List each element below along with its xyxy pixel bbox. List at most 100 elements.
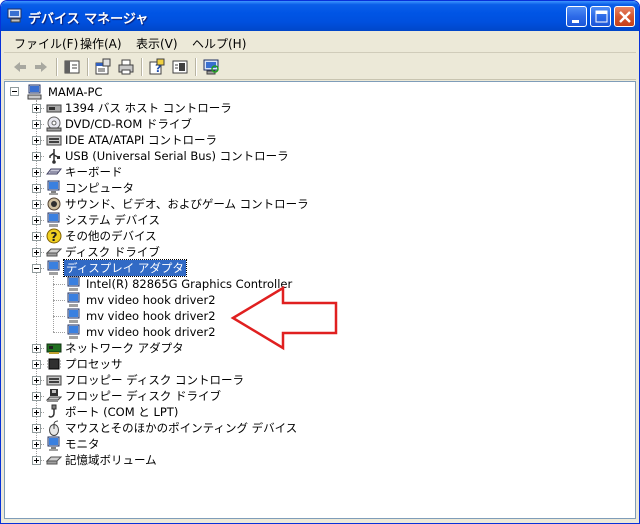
minimize-button[interactable] [566, 6, 587, 27]
tree-category[interactable]: USB (Universal Serial Bus) コントローラ [27, 148, 427, 164]
keyboard-icon [46, 168, 62, 175]
system-device-icon [47, 212, 60, 227]
expand-toggle[interactable] [32, 200, 41, 209]
annotation-arrow-icon [230, 285, 338, 351]
device-label: mv video hook driver2 [86, 293, 216, 307]
expand-toggle[interactable] [32, 120, 41, 129]
device-label: mv video hook driver2 [86, 325, 216, 339]
expand-toggle[interactable] [32, 344, 41, 353]
mouse-icon [49, 420, 59, 436]
minimize-icon [572, 20, 579, 23]
expand-toggle[interactable] [32, 216, 41, 225]
tree-category[interactable]: プロセッサ [27, 356, 427, 372]
expand-toggle[interactable] [32, 136, 41, 145]
collapse-toggle[interactable] [10, 87, 19, 96]
toolbar-separator [56, 58, 57, 76]
unknown-device-icon: ? [46, 228, 62, 244]
tree-connector [53, 316, 65, 317]
tree-category[interactable]: モニタ [27, 436, 427, 452]
expand-toggle[interactable] [32, 104, 41, 113]
tree-category[interactable]: ポート (COM と LPT) [27, 404, 427, 420]
scan-hardware-icon[interactable] [201, 57, 221, 77]
menu-action[interactable]: 操作(A) [80, 35, 122, 52]
properties-icon[interactable] [93, 57, 113, 77]
computer-icon [47, 180, 60, 195]
display-adapter-icon [47, 260, 60, 275]
tree-category[interactable]: ディスク ドライブ [27, 244, 427, 260]
tree-connector [53, 332, 65, 333]
menu-file[interactable]: ファイル(F) [14, 35, 78, 52]
expand-toggle[interactable] [32, 168, 41, 177]
storage-volume-icon [46, 456, 62, 465]
expand-toggle[interactable] [32, 440, 41, 449]
category-label: フロッピー ディスク コントローラ [65, 373, 245, 387]
cdrom-drive-icon [46, 116, 62, 132]
tree-category[interactable]: ? その他のデバイス [27, 228, 427, 244]
tree-category[interactable]: フロッピー ディスク ドライブ [27, 388, 427, 404]
tree-root[interactable]: MAMA-PC [10, 84, 310, 100]
category-label: モニタ [65, 437, 100, 451]
category-label: 記憶域ボリューム [65, 453, 157, 467]
help-icon[interactable]: ? [147, 57, 167, 77]
tree-category[interactable]: 1394 バス ホスト コントローラ [27, 100, 427, 116]
display-adapter-icon [67, 276, 80, 291]
tree-category[interactable]: マウスとそのほかのポインティング デバイス [27, 420, 427, 436]
menu-bar: ファイル(F) 操作(A) 表示(V) ヘルプ(H) [4, 31, 636, 53]
tree-category[interactable]: キーボード [27, 164, 427, 180]
category-label: マウスとそのほかのポインティング デバイス [65, 421, 298, 435]
maximize-icon [595, 10, 608, 23]
expand-toggle[interactable] [32, 232, 41, 241]
print-icon[interactable] [116, 57, 136, 77]
usb-controller-icon [49, 149, 60, 164]
close-icon [619, 11, 631, 23]
root-label: MAMA-PC [48, 85, 103, 99]
tree-category[interactable]: フロッピー ディスク コントローラ [27, 372, 427, 388]
category-label: ディスク ドライブ [65, 245, 160, 259]
tree-category[interactable]: ネットワーク アダプタ [27, 340, 427, 356]
back-arrow-icon[interactable] [10, 57, 30, 77]
menu-view[interactable]: 表示(V) [136, 35, 178, 52]
title-bar[interactable]: デバイス マネージャ [1, 1, 639, 31]
maximize-button[interactable] [590, 6, 611, 27]
category-label: システム デバイス [65, 213, 160, 227]
tree-category[interactable]: コンピュータ [27, 180, 427, 196]
expand-toggle[interactable] [32, 152, 41, 161]
processor-icon [47, 358, 61, 370]
expand-toggle[interactable] [32, 456, 41, 465]
device-manager-icon [7, 8, 22, 23]
menu-help[interactable]: ヘルプ(H) [192, 35, 246, 52]
toolbar-separator [195, 58, 196, 76]
tree-category[interactable]: DVD/CD-ROM ドライブ [27, 116, 427, 132]
category-label: キーボード [65, 165, 123, 179]
expand-toggle[interactable] [32, 376, 41, 385]
tree-category[interactable]: サウンド、ビデオ、およびゲーム コントローラ [27, 196, 427, 212]
display-adapter-icon [67, 308, 80, 323]
toolbar-separator [87, 58, 88, 76]
forward-arrow-icon[interactable] [31, 57, 51, 77]
category-label: 1394 バス ホスト コントローラ [65, 101, 232, 115]
category-label: ディスプレイ アダプタ [63, 259, 187, 277]
tree-category[interactable]: 記憶域ボリューム [27, 452, 427, 468]
expand-toggle[interactable] [32, 424, 41, 433]
tree-category[interactable]: IDE ATA/ATAPI コントローラ [27, 132, 427, 148]
expand-toggle[interactable] [32, 248, 41, 257]
view-panel-icon[interactable] [170, 57, 190, 77]
category-label: DVD/CD-ROM ドライブ [65, 117, 192, 131]
floppy-drive-icon [46, 389, 62, 402]
sound-video-icon [47, 197, 61, 211]
expand-toggle[interactable] [32, 360, 41, 369]
collapse-toggle[interactable] [32, 264, 41, 273]
show-hide-tree-icon[interactable] [62, 57, 82, 77]
tree-connector [53, 300, 65, 301]
tree-category[interactable]: システム デバイス [27, 212, 427, 228]
expand-toggle[interactable] [32, 392, 41, 401]
close-button[interactable] [614, 6, 635, 27]
window-title: デバイス マネージャ [28, 12, 149, 27]
expand-toggle[interactable] [32, 184, 41, 193]
disk-drive-icon [46, 248, 62, 257]
computer-icon [27, 84, 42, 100]
tree-category-display-adapters[interactable]: ディスプレイ アダプタ [27, 259, 427, 277]
toolbar-separator [141, 58, 142, 76]
category-label: サウンド、ビデオ、およびゲーム コントローラ [65, 197, 309, 211]
expand-toggle[interactable] [32, 408, 41, 417]
